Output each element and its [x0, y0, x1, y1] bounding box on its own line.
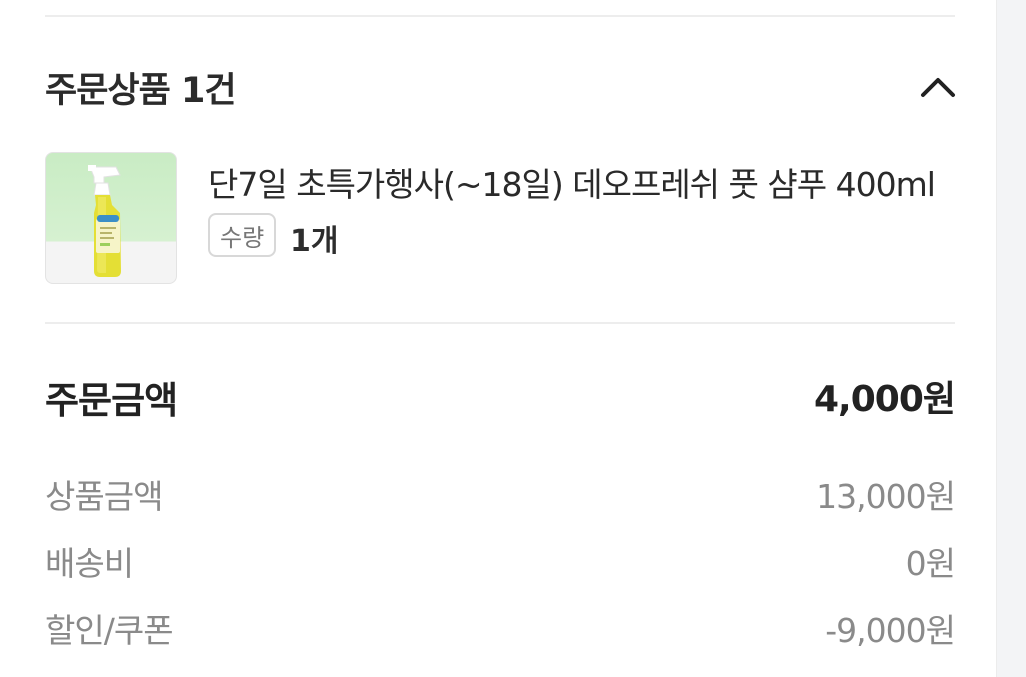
- order-total-value: 4,000원: [814, 379, 956, 420]
- shipping-fee-label: 배송비: [45, 544, 134, 583]
- order-total-label: 주문금액: [45, 379, 178, 422]
- product-name[interactable]: 단7일 초특가행사(~18일) 데오프레쉬 풋 샴푸 400ml: [208, 158, 953, 206]
- order-items-title: 주문상품 1건: [45, 71, 237, 111]
- product-thumbnail[interactable]: [45, 152, 177, 284]
- quantity-value: 1개: [290, 224, 339, 259]
- section-divider: [45, 322, 955, 324]
- product-bottle-image: [88, 165, 121, 277]
- chevron-up-icon: [921, 78, 955, 97]
- order-summary-page: 주문상품 1건 단7일 초특가행사(~18일) 데오프레쉬 풋 샴푸 400ml…: [0, 0, 1026, 677]
- shipping-fee-value: 0원: [905, 544, 956, 583]
- product-amount-value: 13,000원: [816, 477, 956, 516]
- side-panel-edge: [996, 0, 1026, 677]
- discount-coupon-label: 할인/쿠폰: [45, 611, 174, 650]
- quantity-badge: 수량: [208, 213, 277, 257]
- order-items-collapse-button[interactable]: [912, 64, 964, 110]
- discount-coupon-value: -9,000원: [825, 611, 956, 650]
- product-amount-label: 상품금액: [45, 477, 163, 516]
- top-divider: [45, 15, 955, 17]
